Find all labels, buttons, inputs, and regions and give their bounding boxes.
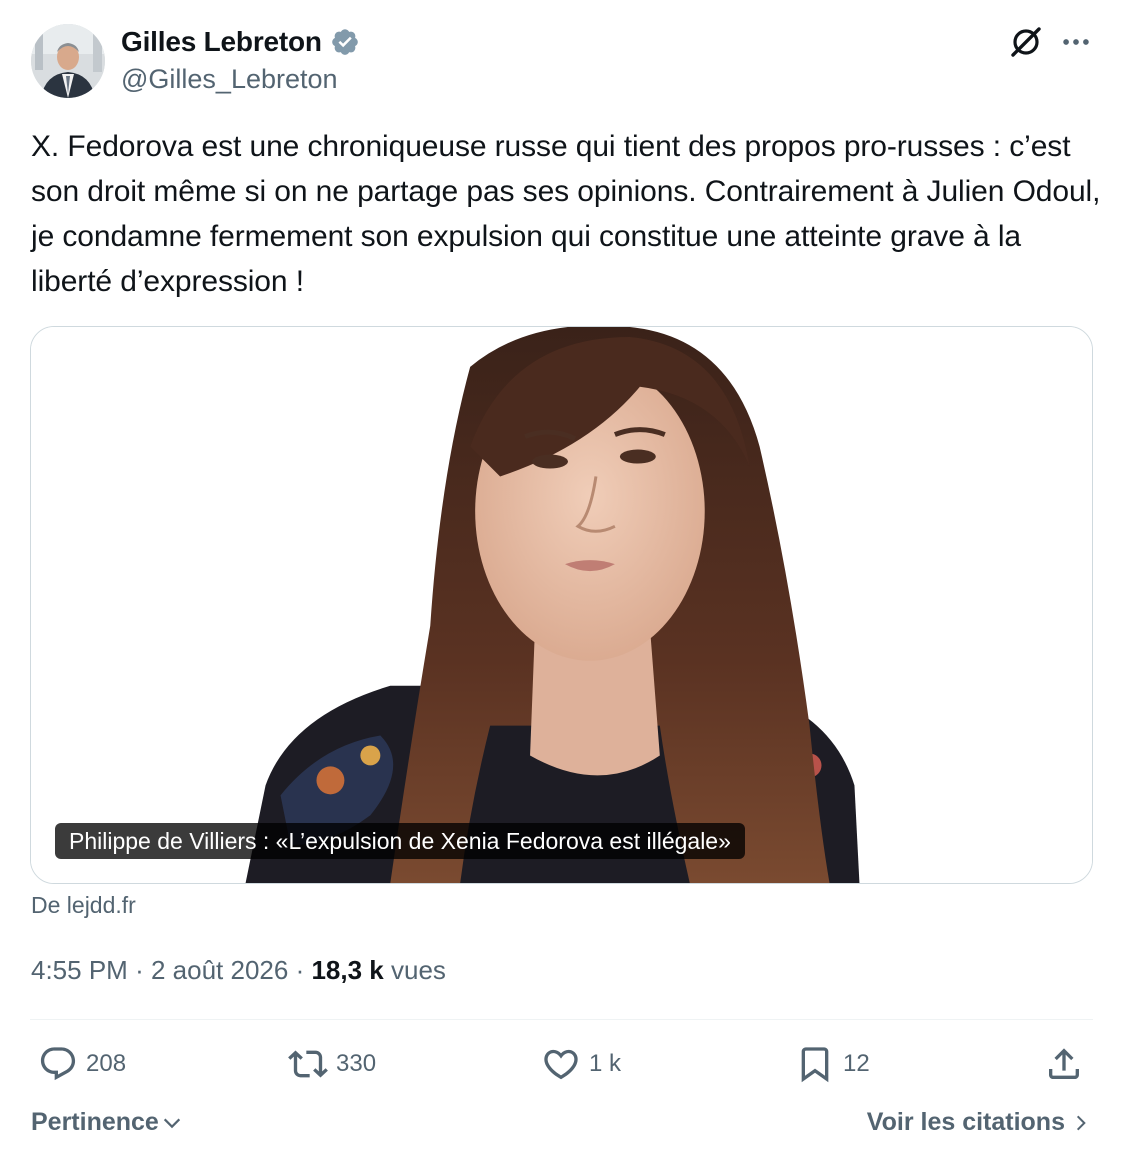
retweet-count: 330 bbox=[336, 1050, 377, 1077]
verified-badge-icon bbox=[330, 27, 360, 57]
share-button[interactable] bbox=[1044, 1042, 1084, 1086]
author-name-text[interactable]: Gilles Lebreton bbox=[121, 26, 322, 58]
card-caption: Philippe de Villiers : «L’expulsion de X… bbox=[55, 823, 745, 859]
chevron-down-icon bbox=[163, 1118, 180, 1128]
tweet: Gilles Lebreton @Gilles_Lebreton X. Fedo… bbox=[0, 0, 1123, 1162]
share-icon bbox=[1049, 1048, 1079, 1079]
more-horizontal-icon[interactable] bbox=[1056, 22, 1096, 62]
author-avatar[interactable] bbox=[31, 24, 105, 98]
sort-label[interactable]: Pertinence bbox=[31, 1108, 159, 1137]
view-quotes-link[interactable]: Voir les citations bbox=[867, 1108, 1091, 1137]
card-photo bbox=[31, 327, 1092, 883]
like-count: 1 k bbox=[589, 1050, 622, 1077]
heart-icon bbox=[544, 1049, 578, 1080]
reply-icon bbox=[40, 1047, 76, 1081]
tweet-text: X. Fedorova est une chroniqueuse russe q… bbox=[31, 130, 1101, 298]
views-label[interactable]: vues bbox=[391, 955, 446, 985]
sort-dropdown[interactable]: Pertinence bbox=[31, 1108, 183, 1137]
tweet-meta: 4:55 PM · 2 août 2026 · 18,3 k vues bbox=[31, 955, 446, 986]
bookmark-icon bbox=[801, 1047, 829, 1083]
reply-button[interactable]: 208 bbox=[38, 1042, 126, 1086]
chevron-right-icon bbox=[1076, 1115, 1086, 1130]
card-source[interactable]: De lejdd.fr bbox=[31, 892, 136, 919]
grok-icon[interactable] bbox=[1006, 22, 1046, 62]
bookmark-count: 12 bbox=[843, 1050, 870, 1077]
author-name[interactable]: Gilles Lebreton bbox=[121, 26, 360, 58]
reply-count: 208 bbox=[86, 1050, 127, 1077]
meta-separator: · bbox=[135, 955, 144, 985]
link-card[interactable]: Philippe de Villiers : «L’expulsion de X… bbox=[30, 326, 1093, 884]
meta-separator: · bbox=[295, 955, 305, 985]
tweet-date[interactable]: 2 août 2026 bbox=[151, 955, 288, 985]
bookmark-button[interactable]: 12 bbox=[795, 1042, 870, 1086]
divider bbox=[30, 1019, 1093, 1020]
quotes-label[interactable]: Voir les citations bbox=[867, 1108, 1065, 1137]
views-count[interactable]: 18,3 k bbox=[311, 955, 383, 985]
author-handle[interactable]: @Gilles_Lebreton bbox=[121, 64, 338, 95]
like-button[interactable]: 1 k bbox=[541, 1042, 621, 1086]
retweet-icon bbox=[288, 1050, 328, 1078]
retweet-button[interactable]: 330 bbox=[288, 1042, 376, 1086]
tweet-time[interactable]: 4:55 PM bbox=[31, 955, 128, 985]
